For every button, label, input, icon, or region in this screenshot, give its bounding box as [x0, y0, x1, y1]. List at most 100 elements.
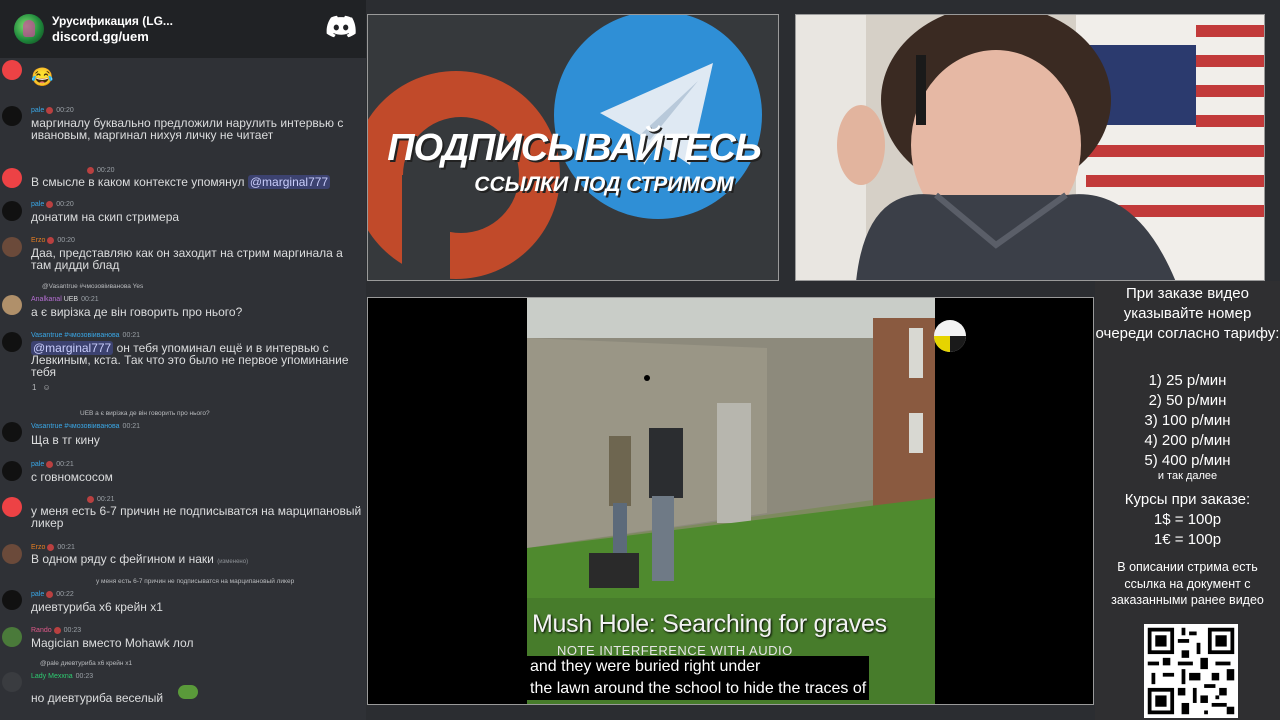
- emoji: 😂: [31, 67, 54, 87]
- avatar[interactable]: [2, 627, 22, 647]
- badge-icon: [53, 626, 61, 634]
- video-subtitles: and they were buried right under the law…: [527, 656, 870, 700]
- author-name[interactable]: Erzo: [31, 544, 45, 551]
- timestamp: 00:21: [97, 496, 115, 503]
- timestamp: 00:21: [81, 296, 99, 303]
- author-name[interactable]: pale: [31, 461, 44, 468]
- author-name[interactable]: Erzo: [31, 237, 45, 244]
- author-name[interactable]: Vasantrue #чмозовіиванова: [31, 423, 120, 430]
- role-badge: UEB: [63, 296, 79, 303]
- badge-icon: [47, 236, 55, 244]
- author-name[interactable]: Rando: [31, 627, 52, 634]
- message-text: Ща в тг кину: [31, 433, 100, 447]
- timestamp: 00:23: [63, 627, 82, 634]
- promo-banner: ПОДПИСЫВАЙТЕСЬ ССЫЛКИ ПОД СТРИМОМ: [367, 14, 779, 281]
- timestamp: 00:21: [57, 544, 75, 551]
- rate-item: 1€ = 100р: [1153, 531, 1222, 548]
- subtitle-line: the lawn around the school to hide the t…: [530, 680, 867, 697]
- message-text: донатим на скип стримера: [31, 210, 180, 224]
- avatar[interactable]: [2, 237, 22, 257]
- avatar[interactable]: [2, 201, 22, 221]
- avatar[interactable]: [2, 590, 22, 610]
- message-text: В одном ряду с фейгином и наки: [31, 552, 214, 566]
- author-name[interactable]: pale: [31, 591, 44, 598]
- message-text: В смысле в каком контексте упомянул: [31, 175, 245, 189]
- server-avatar: [14, 14, 44, 44]
- author-name[interactable]: pale: [31, 201, 44, 208]
- reaction-emoji[interactable]: ☺: [42, 383, 50, 392]
- badge-icon: [46, 590, 54, 598]
- timestamp: 00:22: [56, 591, 74, 598]
- server-invite[interactable]: discord.gg/uem: [52, 29, 173, 45]
- message-text: а є вирізка де він говорить про нього?: [31, 305, 243, 319]
- reply-preview[interactable]: @pale диевтуриба х6 крейн х1: [40, 660, 132, 668]
- reaction-count[interactable]: 1: [32, 383, 36, 392]
- video-frame: Mush Hole: Searching for graves NOTE INT…: [527, 298, 935, 704]
- message-text: Magician вместо Mohawk лол: [31, 636, 194, 650]
- video-player[interactable]: Mush Hole: Searching for graves NOTE INT…: [367, 297, 1094, 705]
- webcam-image: [796, 15, 1264, 280]
- price-item: 1) 25 р/мин: [1148, 372, 1227, 389]
- avatar[interactable]: [2, 295, 22, 315]
- price-item: 5) 400 р/мин: [1144, 452, 1231, 469]
- timestamp: 00:20: [56, 107, 74, 114]
- timestamp: 00:20: [56, 201, 74, 208]
- message-text: маргиналу буквально предложили нарулить …: [31, 116, 344, 142]
- subtitle-line: and they were buried right under: [530, 658, 761, 675]
- order-instructions: При заказе видео указывайте номер очеред…: [1095, 285, 1280, 342]
- order-info-panel: При заказе видео указывайте номер очеред…: [1095, 281, 1280, 720]
- pepe-emoji: [178, 685, 198, 699]
- promo-title: ПОДПИСЫВАЙТЕСЬ: [387, 127, 762, 169]
- badge-icon: [46, 460, 54, 468]
- avatar[interactable]: [2, 332, 22, 352]
- qr-code-icon[interactable]: [1144, 624, 1238, 718]
- badge-icon: [46, 200, 54, 208]
- avatar[interactable]: [2, 168, 22, 188]
- price-item: 3) 100 р/мин: [1144, 412, 1231, 429]
- rate-item: 1$ = 100р: [1153, 511, 1222, 528]
- author-name[interactable]: Vasantrue #чмозовіиванова: [31, 332, 120, 339]
- webcam-feed: [795, 14, 1265, 281]
- avatar[interactable]: [2, 672, 22, 692]
- reply-preview[interactable]: UEB а є вирізка де він говорить про ньог…: [80, 410, 210, 418]
- discord-icon: [326, 15, 356, 38]
- avatar[interactable]: [2, 497, 22, 517]
- message-text: у меня есть 6-7 причин не подписыватся н…: [31, 504, 362, 530]
- avatar[interactable]: [2, 60, 22, 80]
- promo-subtitle: ССЫЛКИ ПОД СТРИМОМ: [474, 173, 734, 196]
- stream-description-note: В описании стрима есть ссылка на докумен…: [1111, 560, 1264, 607]
- chat-header: Урусификация (LG... discord.gg/uem: [0, 0, 366, 58]
- chat-panel: Урусификация (LG... discord.gg/uem 😂 pal…: [0, 0, 366, 720]
- timestamp: 00:21: [56, 461, 74, 468]
- reply-preview[interactable]: у меня есть 6-7 причин не подписыватся н…: [96, 578, 294, 586]
- overlay-icon: [934, 320, 966, 352]
- timestamp: 00:21: [122, 423, 141, 430]
- timestamp: 00:21: [122, 332, 141, 339]
- reactions[interactable]: 1 ☺: [32, 380, 51, 394]
- edited-label: (изменено): [217, 559, 249, 565]
- avatar[interactable]: [2, 422, 22, 442]
- server-title: Урусификация (LG...: [52, 14, 173, 28]
- avatar[interactable]: [2, 106, 22, 126]
- badge-icon: [46, 106, 54, 114]
- price-more: и так далее: [1157, 470, 1218, 482]
- price-item: 4) 200 р/мин: [1144, 432, 1231, 449]
- author-name[interactable]: Lady Mexxna: [31, 673, 73, 680]
- badge-icon: [47, 543, 55, 551]
- rates-list: 1$ = 100р 1€ = 100р: [1095, 510, 1280, 550]
- message-text: с говномсосом: [31, 470, 113, 484]
- avatar[interactable]: [2, 461, 22, 481]
- author-name[interactable]: Analkanal: [31, 296, 62, 303]
- price-list: 1) 25 р/мин 2) 50 р/мин 3) 100 р/мин 4) …: [1095, 371, 1280, 471]
- timestamp: 00:20: [57, 237, 75, 244]
- message-text: Даа, представляю как он заходит на стрим…: [31, 246, 343, 272]
- avatar[interactable]: [2, 544, 22, 564]
- author-name[interactable]: pale: [31, 107, 44, 114]
- message-text: диевтуриба х6 крейн х1: [31, 600, 163, 614]
- rates-title: Курсы при заказе:: [1124, 491, 1251, 508]
- reply-preview[interactable]: @Vasantrue #чмозовіиванова Yes: [42, 283, 143, 291]
- timestamp: 00:20: [97, 167, 115, 174]
- video-caption-title: Mush Hole: Searching for graves: [532, 610, 887, 638]
- price-item: 2) 50 р/мин: [1148, 392, 1227, 409]
- user-mention[interactable]: @marginal777: [247, 175, 331, 189]
